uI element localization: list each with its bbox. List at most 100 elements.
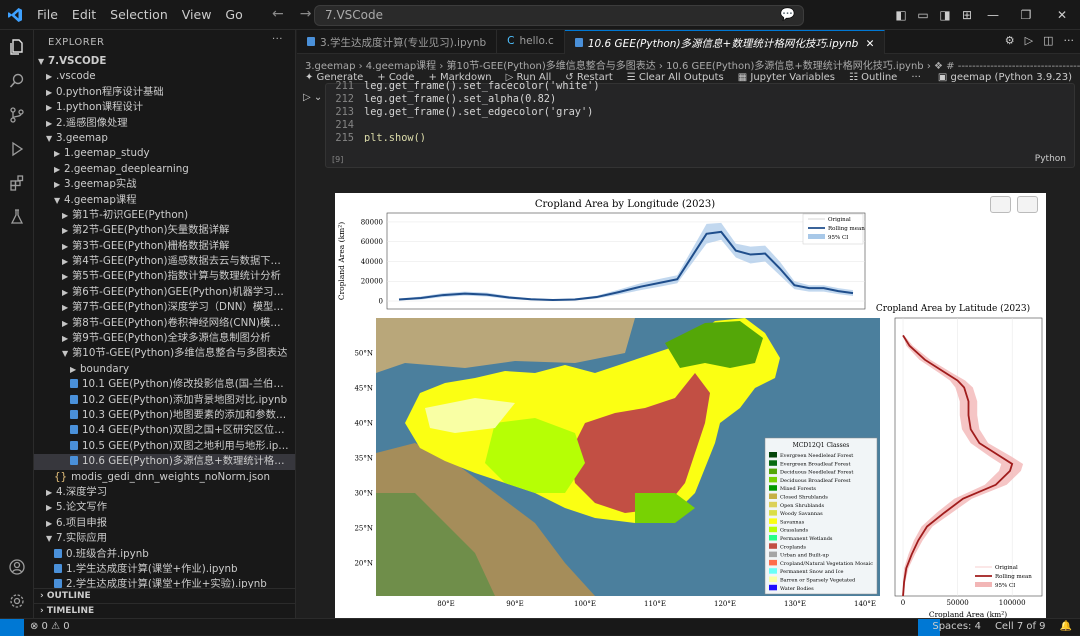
explorer-sidebar: EXPLORER ··· ▼ 7.VSCODE ▶ .vscode ▶ 0.python… <box>34 30 296 618</box>
minimize-icon[interactable]: — <box>978 8 1008 22</box>
editor-tabs: 3.学生达成度计算(专业见习).ipynb Chello.c 10.6 GEE(… <box>297 30 1080 54</box>
tree-item[interactable]: ▶ 第2节-GEE(Python)矢量数据详解 <box>34 223 295 238</box>
code-cell[interactable]: 211 leg.get_frame().set_facecolor('white'… <box>325 80 1075 168</box>
tree-item[interactable]: 1.学生达成度计算(课堂+作业).ipynb <box>34 562 295 577</box>
run-cell-button[interactable]: ▷ ⌄ <box>303 92 322 103</box>
outline-section[interactable]: › OUTLINE <box>34 588 295 603</box>
close-window-icon[interactable]: ✕ <box>1044 8 1080 22</box>
tab-label: 10.6 GEE(Python)多源信息+数理统计格网化技巧.ipynb <box>587 38 859 50</box>
tree-item[interactable]: ▶ 第8节-GEE(Python)卷积神经网络(CNN)模型构建 <box>34 316 295 331</box>
tree-item[interactable]: ▶ 1.geemap_study <box>34 146 295 161</box>
tree-item[interactable]: 10.3 GEE(Python)地图要素的添加和参数设置.ipynb <box>34 408 295 423</box>
window-controls: ◧ ▭ ◨ ⊞ — ❐ ✕ <box>890 0 1080 30</box>
tree-item[interactable]: ▼ 4.geemap课程 <box>34 193 295 208</box>
tree-item[interactable]: 10.1 GEE(Python)修改投影信息(国-兰伯特投影)对比.i... <box>34 377 295 392</box>
tree-item[interactable]: 10.4 GEE(Python)双图之国+区研究区位置图.ipynb <box>34 423 295 438</box>
indent-indicator[interactable]: Spaces: 4 <box>932 621 981 632</box>
tree-item[interactable]: ▶ 4.深度学习 <box>34 485 295 500</box>
menu-view[interactable]: View <box>175 7 219 22</box>
cell-indicator[interactable]: Cell 7 of 9 <box>995 621 1046 632</box>
tab-hello-c[interactable]: Chello.c <box>497 30 565 54</box>
tab-notebook-active[interactable]: 10.6 GEE(Python)多源信息+数理统计格网化技巧.ipynb ✕ <box>564 30 886 54</box>
tree-item[interactable]: ▶ 1.python课程设计 <box>34 100 295 115</box>
tree-item[interactable]: 10.5 GEE(Python)双图之地利用与地形.ipynb <box>34 439 295 454</box>
copy-output-icon[interactable] <box>990 196 1011 213</box>
tree-item[interactable]: ▶ 第1节-初识GEE(Python) <box>34 208 295 223</box>
tab-notebook-1[interactable]: 3.学生达成度计算(专业见习).ipynb <box>297 30 498 54</box>
explorer-root[interactable]: ▼ 7.VSCODE <box>34 54 295 69</box>
tree-item[interactable]: ▼ 第10节-GEE(Python)多维信息整合与多图表达 <box>34 346 295 361</box>
tree-item[interactable]: ▶ 0.python程序设计基础 <box>34 85 295 100</box>
tree-item[interactable]: ▶ 第3节-GEE(Python)栅格数据详解 <box>34 239 295 254</box>
chevron-right-icon: ▶ <box>62 303 69 313</box>
tree-item[interactable]: ▶ 5.论文写作 <box>34 500 295 515</box>
settings-gear-icon[interactable] <box>0 584 34 618</box>
menu-edit[interactable]: Edit <box>65 7 103 22</box>
customize-layout-icon[interactable]: ⊞ <box>956 8 978 22</box>
legend-swatch <box>769 584 777 591</box>
layout-sidebar-icon[interactable]: ◧ <box>890 8 912 22</box>
more-actions-icon[interactable]: ··· <box>1064 34 1075 47</box>
figure: Cropland Area by Longitude (2023) 0 20000… <box>337 199 1043 619</box>
copilot-icon[interactable]: 💬 <box>780 7 795 21</box>
legend-class-label: Deciduous Needleleaf Forest <box>780 470 853 476</box>
tree-item[interactable]: 10.2 GEE(Python)添加背景地图对比.ipynb <box>34 393 295 408</box>
breadcrumb[interactable]: 3.geemap › 4.geemap课程 › 第10节-GEE(Python)… <box>297 54 1080 71</box>
lon-tick-label: 120°E <box>714 600 736 608</box>
notifications-bell-icon[interactable]: 🔔 <box>1060 621 1072 632</box>
editor-area: 3.学生达成度计算(专业见习).ipynb Chello.c 10.6 GEE(… <box>297 30 1080 619</box>
tree-item[interactable]: ▶ 6.项目申报 <box>34 516 295 531</box>
command-center-search[interactable]: 7.VSCode 💬 <box>314 5 804 26</box>
forward-arrow-icon[interactable]: → <box>300 6 312 22</box>
tree-item[interactable]: ▶ 第9节-GEE(Python)全球多源信息制图分析 <box>34 331 295 346</box>
tree-item[interactable]: ▼ 3.geemap <box>34 131 295 146</box>
tree-item[interactable]: ▶ 2.geemap_deeplearning <box>34 162 295 177</box>
cell-language[interactable]: Python <box>1035 154 1066 164</box>
legend-class-label: Urban and Built-up <box>780 553 829 559</box>
tree-item[interactable]: ▶ 第5节-GEE(Python)指数计算与数理统计分析 <box>34 269 295 284</box>
legend-class-label: Closed Shrublands <box>780 495 828 501</box>
account-icon[interactable] <box>0 550 34 584</box>
tree-item[interactable]: ▶ boundary <box>34 362 295 377</box>
ytick-label: 0 <box>379 298 383 306</box>
settings-icon[interactable]: ⚙ <box>1005 34 1015 47</box>
tree-item-label: 第5节-GEE(Python)指数计算与数理统计分析 <box>72 270 281 283</box>
remote-indicator-icon[interactable] <box>0 619 24 636</box>
tree-item[interactable]: ▶ 第4节-GEE(Python)遥感数据去云与数据下载详解 <box>34 254 295 269</box>
chevron-right-icon: ▶ <box>46 487 53 497</box>
legend-class-label: Permanent Snow and Ice <box>780 569 844 575</box>
tree-item-label: 第1节-初识GEE(Python) <box>72 208 189 221</box>
split-editor-icon[interactable]: ◫ <box>1043 34 1053 47</box>
tree-item[interactable]: ▼ 7.实际应用 <box>34 531 295 546</box>
search-icon[interactable] <box>0 64 34 98</box>
close-tab-icon[interactable]: ✕ <box>866 38 875 50</box>
save-output-icon[interactable] <box>1017 196 1038 213</box>
tree-item[interactable]: ▶ 2.遥感图像处理 <box>34 116 295 131</box>
menu-file[interactable]: File <box>30 7 65 22</box>
layout-panel-icon[interactable]: ▭ <box>912 8 934 22</box>
source-control-icon[interactable] <box>0 98 34 132</box>
tree-item[interactable]: {} modis_gedi_dnn_weights_noNorm.json <box>34 470 295 485</box>
legend-swatch <box>769 518 777 524</box>
legend-original: Original <box>995 565 1018 571</box>
menu-go[interactable]: Go <box>218 7 249 22</box>
timeline-section[interactable]: › TIMELINE <box>34 603 295 618</box>
restore-icon[interactable]: ❐ <box>1008 8 1044 22</box>
explorer-icon[interactable] <box>0 30 34 64</box>
back-arrow-icon[interactable]: ← <box>272 6 284 22</box>
extensions-icon[interactable] <box>0 166 34 200</box>
tree-item[interactable]: 10.6 GEE(Python)多源信息+数理统计格网化技巧.ipynb <box>34 454 295 470</box>
tree-item[interactable]: ▶ 第7节-GEE(Python)深度学习（DNN）模型构建 <box>34 300 295 315</box>
run-icon[interactable]: ▷ <box>1025 34 1033 47</box>
testing-flask-icon[interactable] <box>0 200 34 234</box>
run-debug-icon[interactable] <box>0 132 34 166</box>
layout-secondary-icon[interactable]: ◨ <box>934 8 956 22</box>
tree-item[interactable]: 0.班级合并.ipynb <box>34 547 295 562</box>
tree-item[interactable]: ▶ 3.geemap实战 <box>34 177 295 192</box>
explorer-more-icon[interactable]: ··· <box>272 34 283 45</box>
tree-item[interactable]: ▶第6节-GEE(Python)GEE(Python)机器学习与精度评估分... <box>34 285 295 300</box>
tree-item[interactable]: ▶ .vscode <box>34 69 295 84</box>
problems-indicator[interactable]: ⊗ 0 ⚠ 0 <box>30 621 70 632</box>
chevron-right-icon: ▶ <box>62 241 69 251</box>
menu-selection[interactable]: Selection <box>103 7 175 22</box>
